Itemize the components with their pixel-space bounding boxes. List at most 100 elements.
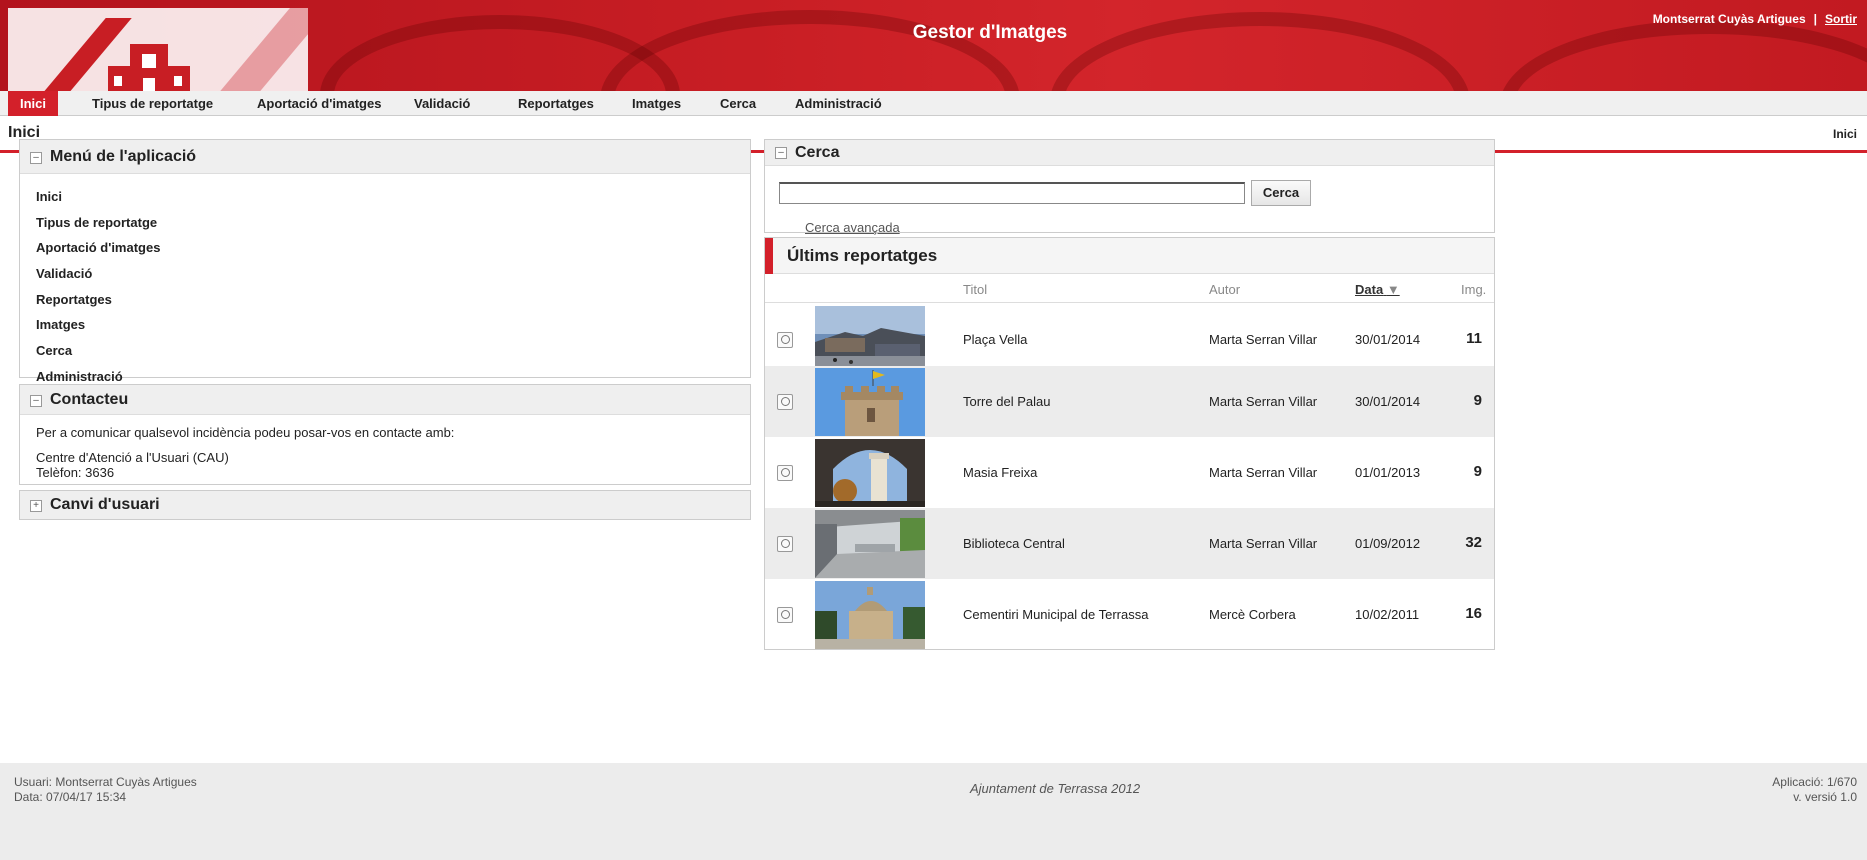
col-date[interactable]: Data ▼ xyxy=(1355,282,1400,297)
zoom-icon[interactable] xyxy=(777,607,793,623)
reports-panel-title: Últims reportatges xyxy=(787,246,938,265)
thumbnail-image[interactable] xyxy=(815,306,925,374)
collapse-icon[interactable]: – xyxy=(775,147,787,159)
user-change-panel-title: Canvi d'usuari xyxy=(50,496,160,513)
row-image-count: 32 xyxy=(1465,534,1482,551)
search-panel-header[interactable]: – Cerca xyxy=(765,140,1494,166)
thumbnail-image[interactable] xyxy=(815,439,925,507)
app-title: Gestor d'Imatges xyxy=(912,22,1068,43)
nav-item-cerca[interactable]: Cerca xyxy=(708,91,768,116)
reports-panel: Últims reportatges Titol Autor Data ▼ Im… xyxy=(764,237,1495,650)
menu-panel-header[interactable]: – Menú de l'aplicació xyxy=(20,140,750,174)
contact-panel-header[interactable]: – Contacteu xyxy=(20,385,750,415)
app-menu-list: Inici Tipus de reportatge Aportació d'im… xyxy=(20,174,750,400)
zoom-icon[interactable] xyxy=(777,332,793,348)
row-image-count: 9 xyxy=(1473,463,1482,480)
header-banner: Gestor d'Imatges Montserrat Cuyàs Artigu… xyxy=(0,0,1867,91)
nav-item-tipus-de-reportatge[interactable]: Tipus de reportatge xyxy=(80,91,225,116)
reports-panel-header: Últims reportatges xyxy=(765,238,1494,274)
contact-panel: – Contacteu Per a comunicar qualsevol in… xyxy=(19,384,751,485)
nav-item-administracio[interactable]: Administració xyxy=(783,91,894,116)
nav-item-inici[interactable]: Inici xyxy=(8,91,59,116)
menu-item-aportacio-imatges[interactable]: Aportació d'imatges xyxy=(36,235,734,261)
row-title[interactable]: Torre del Palau xyxy=(963,394,1050,409)
search-button[interactable]: Cerca xyxy=(1251,180,1311,206)
footer-version: v. versió 1.0 xyxy=(1793,790,1857,804)
app-logo[interactable] xyxy=(8,8,308,91)
logout-link[interactable]: Sortir xyxy=(1825,12,1857,26)
footer-app: Aplicació: 1/670 xyxy=(1772,775,1857,789)
accent-bar xyxy=(765,238,773,274)
thumbnail-image[interactable] xyxy=(815,581,925,649)
banner-arch xyxy=(1050,12,1470,91)
contact-text: Per a comunicar qualsevol incidència pod… xyxy=(36,425,455,440)
banner-arch xyxy=(1500,20,1867,91)
col-images[interactable]: Img. xyxy=(1461,282,1486,297)
menu-panel: – Menú de l'aplicació Inici Tipus de rep… xyxy=(19,139,751,384)
row-author: Mercè Corbera xyxy=(1209,607,1296,622)
thumbnail-image[interactable] xyxy=(815,368,925,436)
row-author: Marta Serran Villar xyxy=(1209,536,1318,551)
zoom-icon[interactable] xyxy=(777,465,793,481)
menu-item-imatges[interactable]: Imatges xyxy=(36,312,734,338)
col-date-label: Data xyxy=(1355,282,1384,297)
row-image-count: 16 xyxy=(1465,605,1482,622)
menu-item-cerca[interactable]: Cerca xyxy=(36,338,734,364)
col-author[interactable]: Autor xyxy=(1209,282,1240,297)
nav-item-validacio[interactable]: Validació xyxy=(402,91,482,116)
footer-user: Usuari: Montserrat Cuyàs Artigues xyxy=(14,775,197,789)
row-date: 01/09/2012 xyxy=(1355,536,1421,551)
row-author: Marta Serran Villar xyxy=(1209,332,1318,347)
collapse-icon[interactable]: – xyxy=(30,152,42,164)
row-date: 01/01/2013 xyxy=(1355,465,1421,480)
reports-table-header: Titol Autor Data ▼ Img. xyxy=(765,275,1494,303)
thumbnail-image[interactable] xyxy=(815,510,925,578)
menu-item-tipus-de-reportatge[interactable]: Tipus de reportatge xyxy=(36,210,734,236)
row-title[interactable]: Masia Freixa xyxy=(963,465,1037,480)
row-title[interactable]: Plaça Vella xyxy=(963,332,1027,347)
expand-icon[interactable]: + xyxy=(30,500,42,512)
table-row[interactable]: Torre del Palau Marta Serran Villar 30/0… xyxy=(765,366,1494,438)
contact-panel-title: Contacteu xyxy=(50,391,129,408)
row-author: Marta Serran Villar xyxy=(1209,465,1318,480)
zoom-icon[interactable] xyxy=(777,394,793,410)
advanced-search-link[interactable]: Cerca avançada xyxy=(805,220,900,235)
table-row[interactable]: Cementiri Municipal de Terrassa Mercè Co… xyxy=(765,579,1494,649)
footer-left: Usuari: Montserrat Cuyàs Artigues Data: … xyxy=(14,775,197,805)
user-area: Montserrat Cuyàs Artigues | Sortir xyxy=(1653,12,1857,26)
zoom-icon[interactable] xyxy=(777,536,793,552)
search-input[interactable] xyxy=(779,182,1245,204)
table-row[interactable]: Biblioteca Central Marta Serran Villar 0… xyxy=(765,508,1494,580)
row-title[interactable]: Biblioteca Central xyxy=(963,536,1065,551)
sort-desc-icon: ▼ xyxy=(1386,282,1400,297)
user-change-panel-header[interactable]: + Canvi d'usuari xyxy=(20,491,750,519)
search-panel-title: Cerca xyxy=(795,144,840,161)
row-author: Marta Serran Villar xyxy=(1209,394,1318,409)
contact-center: Centre d'Atenció a l'Usuari (CAU) xyxy=(36,450,229,465)
row-title[interactable]: Cementiri Municipal de Terrassa xyxy=(963,607,1148,622)
row-date: 10/02/2011 xyxy=(1355,607,1420,622)
menu-item-inici[interactable]: Inici xyxy=(36,184,734,210)
contact-phone: Telèfon: 3636 xyxy=(36,465,115,480)
user-name: Montserrat Cuyàs Artigues xyxy=(1652,12,1806,26)
footer: Usuari: Montserrat Cuyàs Artigues Data: … xyxy=(0,763,1867,860)
row-image-count: 9 xyxy=(1473,392,1482,409)
row-image-count: 11 xyxy=(1466,330,1482,347)
col-title[interactable]: Titol xyxy=(963,282,987,297)
contact-body: Per a comunicar qualsevol incidència pod… xyxy=(20,415,750,490)
menu-item-validacio[interactable]: Validació xyxy=(36,261,734,287)
footer-right: Aplicació: 1/670 v. versió 1.0 xyxy=(1772,775,1857,805)
nav-item-imatges[interactable]: Imatges xyxy=(620,91,693,116)
breadcrumb[interactable]: Inici xyxy=(1833,127,1857,141)
menu-item-reportatges[interactable]: Reportatges xyxy=(36,287,734,313)
nav-item-aportacio-imatges[interactable]: Aportació d'imatges xyxy=(245,91,393,116)
menu-panel-title: Menú de l'aplicació xyxy=(50,148,197,165)
footer-date: Data: 07/04/17 15:34 xyxy=(14,790,127,804)
row-date: 30/01/2014 xyxy=(1355,394,1421,409)
main-nav: Inici Tipus de reportatge Aportació d'im… xyxy=(0,91,1867,116)
user-separator: | xyxy=(1813,12,1817,26)
footer-organization: Ajuntament de Terrassa 2012 xyxy=(970,781,1141,796)
nav-item-reportatges[interactable]: Reportatges xyxy=(506,91,606,116)
collapse-icon[interactable]: – xyxy=(30,395,42,407)
table-row[interactable]: Masia Freixa Marta Serran Villar 01/01/2… xyxy=(765,437,1494,509)
